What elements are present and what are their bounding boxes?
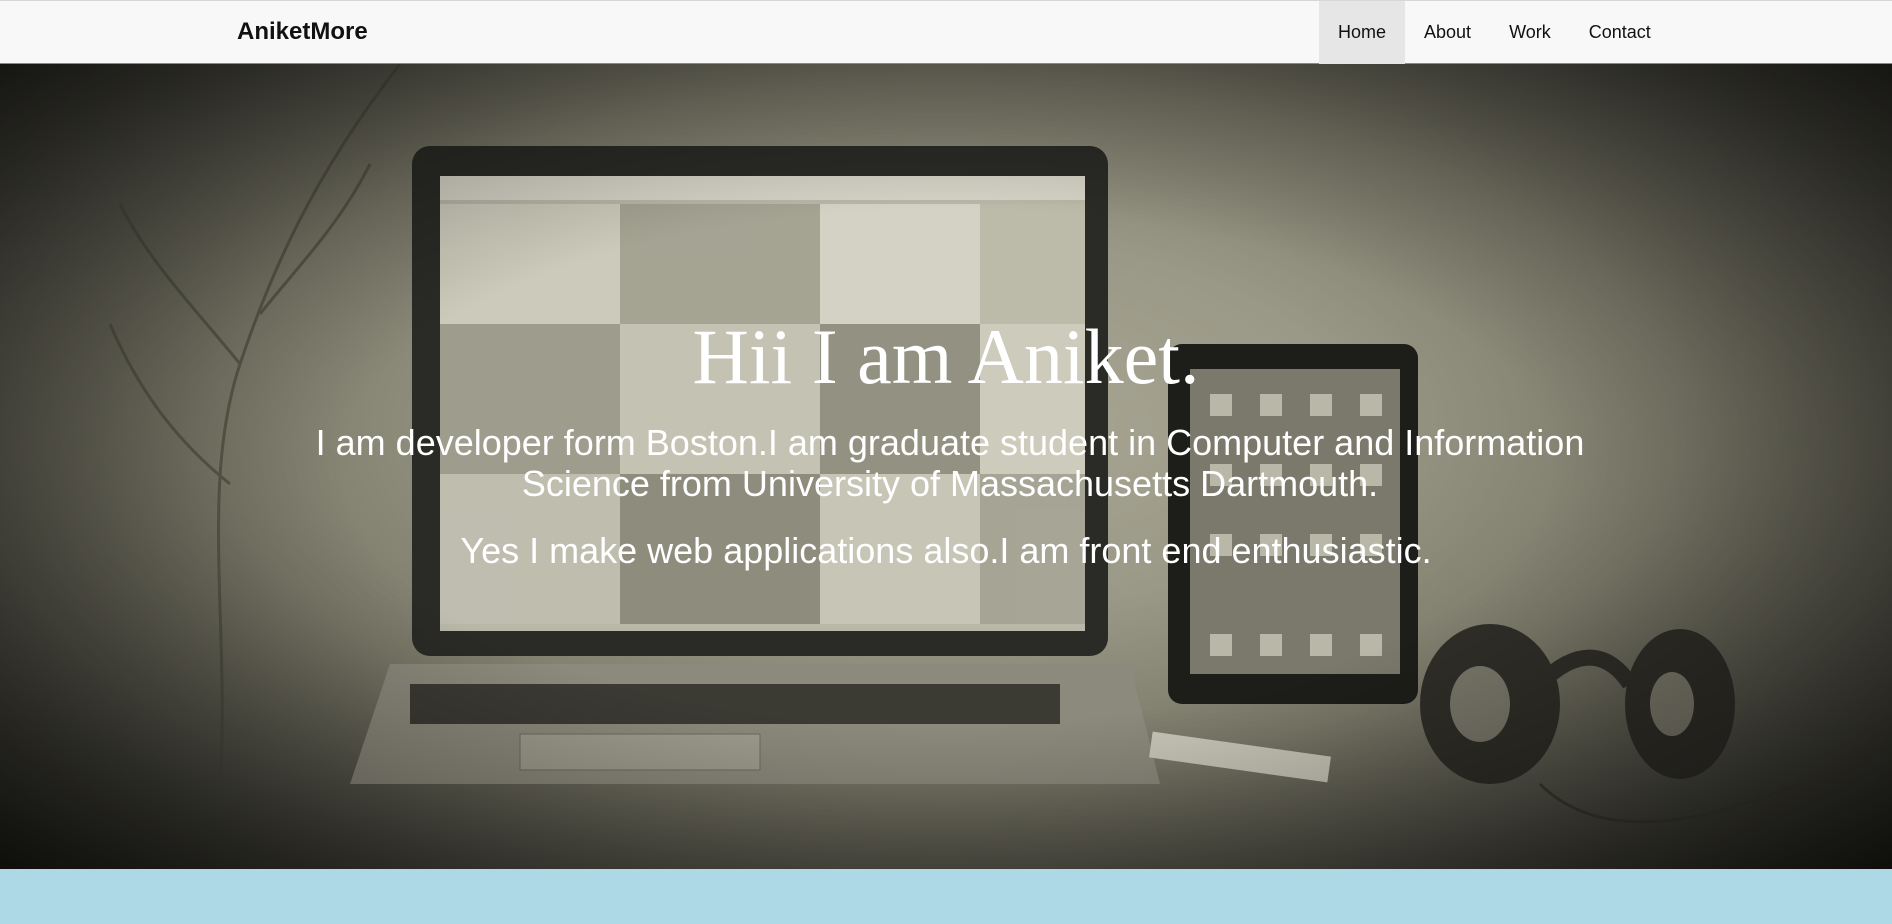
nav-item-work[interactable]: Work <box>1490 1 1570 64</box>
brand-logo-link[interactable]: AniketMore <box>237 18 368 46</box>
nav-item-about[interactable]: About <box>1405 1 1490 64</box>
nav-links: Home About Work Contact <box>1319 1 1670 64</box>
hero-intro-paragraph: I am developer form Boston.I am graduate… <box>315 422 1585 504</box>
hero-section: Hii I am Aniket. I am developer form Bos… <box>0 64 1892 869</box>
nav-item-home[interactable]: Home <box>1319 1 1406 64</box>
nav-item-contact[interactable]: Contact <box>1570 1 1670 64</box>
navbar: AniketMore Home About Work Contact <box>0 0 1892 64</box>
hero-secondary-paragraph: Yes I make web applications also.I am fr… <box>460 530 1432 571</box>
hero-text-container: Hii I am Aniket. I am developer form Bos… <box>0 64 1892 869</box>
hero-title: Hii I am Aniket. <box>692 313 1200 400</box>
below-hero-section <box>0 869 1892 924</box>
